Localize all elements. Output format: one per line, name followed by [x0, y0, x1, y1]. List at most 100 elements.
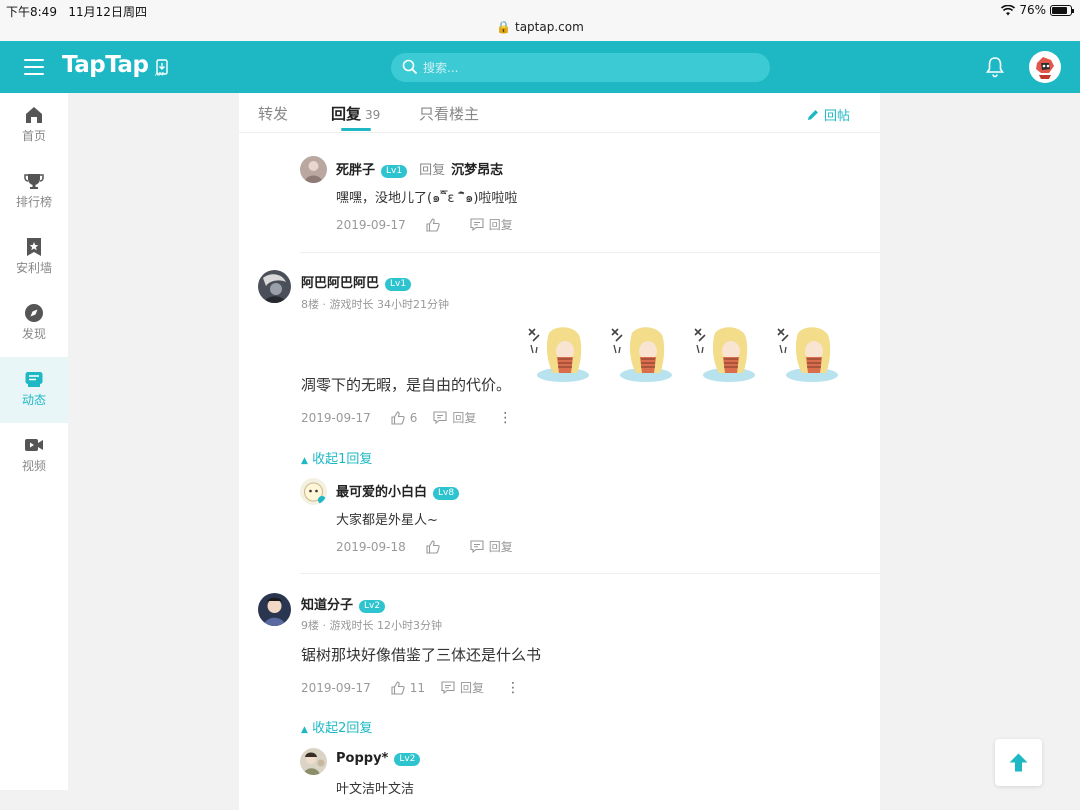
thumbs-up-icon — [426, 539, 440, 554]
app-label: APP — [155, 72, 165, 78]
address-bar[interactable]: 🔒 taptap.com — [0, 20, 1080, 34]
comment-icon — [433, 411, 447, 424]
avatar[interactable] — [300, 478, 327, 505]
tab-forward[interactable]: 转发 — [258, 103, 288, 124]
taptap-logo[interactable]: TapTap — [62, 52, 149, 78]
comment-icon — [441, 681, 455, 694]
sidebar-item-home[interactable]: 首页 — [0, 93, 68, 159]
reply-button[interactable]: 回复 — [470, 216, 513, 233]
like-count: 6 — [409, 410, 418, 425]
sidebar-item-label: 首页 — [21, 129, 46, 143]
reply-date: 2019-09-17 — [336, 217, 406, 232]
level-badge: Lv2 — [359, 600, 386, 613]
level-badge: Lv2 — [394, 753, 421, 766]
sidebar-item-label: 排行榜 — [15, 195, 52, 209]
reply-button-label: 回复 — [460, 681, 485, 695]
sidebar-item-ranking[interactable]: 排行榜 — [0, 159, 68, 225]
comment-text: 凋零下的无暇，是自由的代价。 — [301, 376, 512, 394]
level-badge: Lv1 — [385, 278, 412, 291]
username[interactable]: 阿巴阿巴阿巴 — [301, 276, 379, 291]
sticker-image[interactable] — [525, 323, 595, 385]
comment-date: 2019-09-17 — [301, 680, 371, 695]
status-indicators: 76% — [1001, 3, 1074, 17]
avatar[interactable] — [258, 593, 291, 626]
home-icon — [26, 107, 42, 123]
sidebar-item-label: 安利墙 — [15, 261, 52, 275]
collapse-replies-button[interactable]: ▲ 收起2回复 — [301, 717, 372, 736]
avatar[interactable] — [300, 156, 327, 183]
reply-count: 39 — [365, 108, 381, 122]
comment-actions: 2019-09-17 6 回复 ⋮ — [301, 409, 512, 426]
username[interactable]: 最可爱的小白白 — [336, 485, 427, 500]
avatar[interactable] — [300, 748, 327, 775]
reply-text: 大家都是外星人~ — [336, 513, 438, 528]
sidebar-item-discover[interactable]: 发现 — [0, 291, 68, 357]
reply-button[interactable]: 回复 — [470, 538, 513, 555]
battery-percent: 76% — [1019, 3, 1046, 17]
avatar[interactable] — [258, 270, 291, 303]
reply-target-username[interactable]: 沉梦昂志 — [451, 163, 503, 178]
reply-button[interactable]: 回复 — [433, 409, 476, 426]
username[interactable]: 死胖子 — [336, 163, 375, 178]
like-button[interactable]: 11 — [391, 681, 425, 695]
sidebar-item-recommend-wall[interactable]: 安利墙 — [0, 225, 68, 291]
reply-actions: 2019-09-18 回复 — [336, 538, 529, 555]
collapse-label: 收起2回复 — [312, 721, 373, 736]
reply-button-label: 回复 — [452, 411, 477, 425]
level-badge: Lv1 — [381, 165, 408, 178]
username[interactable]: 知道分子 — [301, 598, 353, 613]
thumbs-up-icon — [391, 680, 405, 695]
sticker-image[interactable] — [691, 323, 761, 385]
search-input[interactable] — [423, 53, 743, 82]
username-row: Poppy* Lv2 — [336, 751, 421, 766]
floor-meta: 9楼 · 游戏时长 12小时3分钟 — [301, 619, 442, 632]
tab-reply[interactable]: 回复 39 — [331, 103, 380, 124]
bell-icon[interactable] — [985, 56, 1005, 78]
url-text: taptap.com — [514, 20, 584, 34]
top-header: TapTap APP — [0, 41, 1080, 93]
search-bar[interactable] — [391, 53, 770, 82]
reply-button-label: 回复 — [488, 540, 513, 554]
comments-panel: 转发 回复 39 只看楼主 回帖 死胖子 Lv1 回复 沉梦昂志 嘿嘿，没地儿了(๑¯ิ… — [239, 93, 880, 810]
more-options-icon[interactable]: ⋮ — [498, 410, 512, 426]
reply-text: 叶文洁叶文洁 — [336, 782, 415, 797]
username-row: 最可爱的小白白 Lv8 — [336, 481, 460, 500]
wifi-icon — [1001, 4, 1016, 15]
like-button[interactable] — [426, 539, 440, 554]
username-row: 死胖子 Lv1 回复 沉梦昂志 — [336, 159, 503, 178]
reply-date: 2019-09-18 — [336, 539, 406, 554]
like-button[interactable] — [426, 217, 440, 232]
arrow-up-icon — [1009, 753, 1028, 772]
divider — [300, 573, 880, 574]
sticker-image[interactable] — [774, 323, 844, 385]
sidebar-item-label: 动态 — [21, 393, 46, 407]
sidebar-item-video[interactable]: 视频 — [0, 423, 68, 489]
user-avatar[interactable] — [1029, 51, 1061, 83]
thumbs-up-icon — [426, 217, 440, 232]
back-to-top-button[interactable] — [995, 739, 1042, 786]
sticker-image[interactable] — [608, 323, 678, 385]
caret-up-icon: ▲ — [301, 725, 308, 735]
caret-up-icon: ▲ — [301, 456, 308, 466]
reply-text: 嘿嘿，没地儿了(๑¯ิε ¯ิ๑)啦啦啦 — [336, 191, 518, 206]
bookmark-star-icon — [27, 238, 41, 256]
comment-icon — [470, 218, 484, 231]
username[interactable]: Poppy* — [336, 751, 388, 766]
post-reply-button[interactable]: 回帖 — [806, 105, 850, 124]
sidebar: 首页 排行榜 安利墙 发现 动态 视频 — [0, 93, 68, 790]
more-options-icon[interactable]: ⋮ — [506, 680, 520, 696]
reply-button-label: 回复 — [488, 218, 513, 232]
video-icon — [25, 439, 43, 451]
sidebar-item-label: 视频 — [21, 459, 46, 473]
menu-icon[interactable] — [24, 59, 44, 75]
collapse-replies-button[interactable]: ▲ 收起1回复 — [301, 448, 372, 467]
tab-owner-only[interactable]: 只看楼主 — [419, 103, 479, 124]
reply-button[interactable]: 回复 — [441, 679, 484, 696]
status-bar: 下午8:49 11月12日周四 76% 🔒 taptap.com — [0, 0, 1080, 41]
sidebar-item-feed[interactable]: 动态 — [0, 357, 68, 423]
status-date: 11月12日周四 — [68, 5, 147, 19]
comment-icon — [470, 540, 484, 553]
like-button[interactable]: 6 — [391, 410, 418, 425]
divider — [300, 252, 880, 253]
collapse-label: 收起1回复 — [312, 452, 373, 467]
